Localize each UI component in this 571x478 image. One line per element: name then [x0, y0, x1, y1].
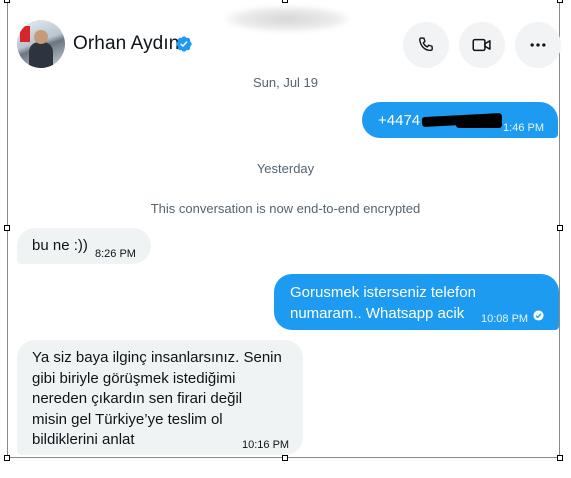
resize-handle[interactable] — [4, 225, 10, 231]
message-text: bu ne :)) — [32, 237, 88, 254]
date-separator: Yesterday — [256, 161, 315, 176]
video-call-button[interactable] — [459, 22, 505, 68]
resize-handle[interactable] — [557, 0, 563, 3]
message-time: 10:16 PM — [242, 439, 290, 451]
contact-name[interactable]: Orhan Aydın — [73, 33, 179, 55]
message-time: 1:46 PM — [503, 122, 544, 134]
more-horizontal-icon — [530, 43, 546, 47]
redaction-mark — [456, 120, 502, 128]
message-time: 10:08 PM — [481, 313, 529, 325]
message-text-line: Ya siz baya ilginç insanlarsınız. Senin — [32, 349, 282, 366]
blurred-region — [225, 6, 350, 32]
message-text: +4474 — [378, 112, 421, 129]
avatar[interactable] — [17, 20, 65, 68]
date-separator: Sun, Jul 19 — [252, 75, 319, 90]
more-options-button[interactable] — [515, 22, 561, 68]
message-incoming[interactable]: bu ne :)) 8:26 PM — [17, 228, 151, 264]
phone-icon — [419, 37, 433, 52]
resize-handle[interactable] — [282, 455, 288, 461]
message-outgoing[interactable]: +4474 1:46 PM — [362, 102, 558, 138]
read-receipt-icon — [533, 310, 544, 321]
resize-handle[interactable] — [282, 0, 288, 3]
resize-handle[interactable] — [557, 455, 563, 461]
message-text-line: Gorusmek isterseniz telefon — [290, 284, 476, 301]
resize-handle[interactable] — [557, 225, 563, 231]
encryption-notice: This conversation is now end-to-end encr… — [150, 201, 421, 216]
message-text-line: gibi biriyle görüşmek istediğimi — [32, 369, 236, 387]
video-camera-icon — [472, 38, 491, 52]
call-button[interactable] — [403, 22, 449, 68]
message-time: 8:26 PM — [95, 248, 136, 260]
message-outgoing[interactable]: Gorusmek isterseniz telefon numaram.. Wh… — [274, 274, 559, 330]
resize-handle[interactable] — [4, 455, 10, 461]
message-text-line: nereden çıkardın sen firari değil — [32, 390, 243, 407]
message-text-line: misin gel Türkiye’ye teslim ol — [32, 410, 223, 428]
message-incoming[interactable]: Ya siz baya ilginç insanlarsınız. Senin … — [17, 340, 303, 455]
resize-handle[interactable] — [4, 0, 10, 3]
verified-badge-icon — [176, 36, 192, 52]
